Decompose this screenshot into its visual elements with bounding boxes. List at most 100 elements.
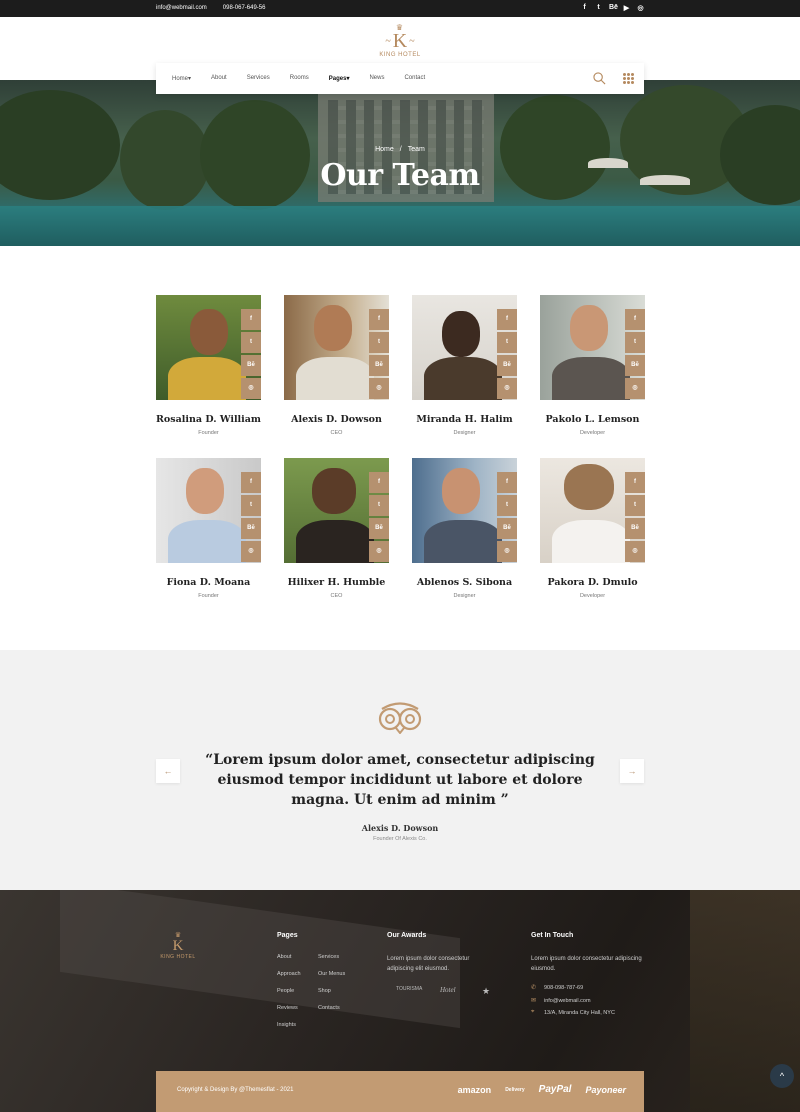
instagram-icon[interactable]: ◎: [241, 378, 261, 399]
instagram-icon[interactable]: ◎: [497, 378, 517, 399]
footer-link-reviews[interactable]: Reviews: [277, 1005, 301, 1022]
nav-item-services[interactable]: Services: [247, 75, 270, 82]
instagram-icon[interactable]: ◎: [625, 541, 645, 562]
top-phone[interactable]: 098-067-649-56: [223, 5, 266, 11]
team-card[interactable]: f t Bē ◎ Alexis D. Dowson CEO: [284, 295, 389, 436]
footer-address: 13/A, Miranda City Hall, NYC: [544, 1009, 615, 1016]
nav-item-pages[interactable]: Pages▾: [329, 75, 350, 82]
behance-icon[interactable]: Bē: [497, 355, 517, 376]
twitter-icon[interactable]: t: [497, 332, 517, 353]
team-card[interactable]: f t Bē ◎ Miranda H. Halim Designer: [412, 295, 517, 436]
nav-item-news[interactable]: News: [369, 75, 384, 82]
footer-link-services[interactable]: Services: [318, 954, 345, 971]
team-card[interactable]: f t Bē ◎ Fiona D. Moana Founder: [156, 458, 261, 599]
footer-address-row: ⌖ 13/A, Miranda City Hall, NYC: [531, 1009, 615, 1016]
grid-menu-icon[interactable]: [623, 73, 634, 84]
twitter-icon[interactable]: t: [241, 495, 261, 516]
testimonial-quote: “Lorem ipsum dolor amet, consectetur adi…: [205, 752, 595, 808]
breadcrumb-home[interactable]: Home: [375, 146, 394, 153]
facebook-icon[interactable]: f: [241, 472, 261, 493]
facebook-icon[interactable]: f: [625, 472, 645, 493]
behance-icon[interactable]: Bē: [241, 355, 261, 376]
nav-item-rooms[interactable]: Rooms: [290, 75, 309, 82]
instagram-icon[interactable]: ◎: [369, 378, 389, 399]
facebook-icon[interactable]: f: [369, 309, 389, 330]
footer-email[interactable]: info@webmail.com: [544, 998, 591, 1004]
nav-item-home[interactable]: Home▾: [172, 75, 191, 82]
footer-logo[interactable]: ♛ K KING HOTEL: [156, 932, 200, 961]
footer-pages-title: Pages: [277, 932, 298, 939]
footer-link-insights[interactable]: Insights: [277, 1022, 301, 1039]
facebook-icon[interactable]: f: [497, 472, 517, 493]
member-name[interactable]: Pakolo L. Lemson: [540, 414, 645, 425]
footer-link-people[interactable]: People: [277, 988, 301, 1005]
youtube-icon[interactable]: ▶: [623, 4, 630, 12]
footer-awards-title: Our Awards: [387, 932, 427, 939]
twitter-icon[interactable]: t: [497, 495, 517, 516]
footer-link-contacts[interactable]: Contacts: [318, 1005, 345, 1022]
member-name[interactable]: Hilixer H. Humble: [284, 577, 389, 588]
member-name[interactable]: Fiona D. Moana: [156, 577, 261, 588]
facebook-icon[interactable]: f: [241, 309, 261, 330]
member-name[interactable]: Alexis D. Dowson: [284, 414, 389, 425]
facebook-icon[interactable]: f: [625, 309, 645, 330]
instagram-icon[interactable]: ◎: [497, 541, 517, 562]
facebook-icon[interactable]: f: [369, 472, 389, 493]
behance-icon[interactable]: Bē: [497, 518, 517, 539]
logo-letter: K: [368, 31, 432, 51]
email-icon: ✉: [531, 998, 537, 1004]
twitter-icon[interactable]: t: [241, 332, 261, 353]
twitter-icon[interactable]: t: [625, 332, 645, 353]
behance-icon[interactable]: Bē: [625, 518, 645, 539]
member-name[interactable]: Rosalina D. William: [156, 414, 261, 425]
partner-logos: amazon Delivery PayPal Payoneer: [458, 1084, 626, 1095]
prev-testimonial-button[interactable]: ←: [156, 759, 180, 783]
top-email[interactable]: info@webmail.com: [156, 5, 207, 11]
next-testimonial-button[interactable]: →: [620, 759, 644, 783]
twitter-icon[interactable]: t: [625, 495, 645, 516]
footer-link-our-menus[interactable]: Our Menus: [318, 971, 345, 988]
top-socials: f t Bē ▶ ◎: [581, 4, 644, 12]
member-photo: f t Bē ◎: [156, 458, 261, 563]
scroll-to-top-button[interactable]: ^: [770, 1064, 794, 1088]
facebook-icon[interactable]: f: [581, 4, 588, 12]
team-card[interactable]: f t Bē ◎ Pakolo L. Lemson Developer: [540, 295, 645, 436]
member-photo: f t Bē ◎: [284, 458, 389, 563]
member-role: Designer: [453, 430, 476, 436]
twitter-icon[interactable]: t: [369, 332, 389, 353]
footer-link-shop[interactable]: Shop: [318, 988, 345, 1005]
nav-links: Home▾ About Services Rooms Pages▾ News C…: [172, 75, 445, 82]
behance-icon[interactable]: Bē: [369, 355, 389, 376]
search-icon[interactable]: [593, 72, 606, 85]
member-name[interactable]: Ablenos S. Sibona: [412, 577, 517, 588]
instagram-icon[interactable]: ◎: [637, 4, 644, 12]
twitter-icon[interactable]: t: [369, 495, 389, 516]
footer-email-row[interactable]: ✉ info@webmail.com: [531, 997, 591, 1005]
member-name[interactable]: Miranda H. Halim: [412, 414, 517, 425]
footer-phone-row[interactable]: ✆ 908-098-787-69: [531, 984, 583, 992]
nav-item-contact[interactable]: Contact: [404, 75, 425, 82]
instagram-icon[interactable]: ◎: [241, 541, 261, 562]
award-badge-tourisma: TOURISMA: [396, 986, 423, 992]
footer-pages-col2: Services Our Menus Shop Contacts: [318, 954, 345, 1022]
behance-icon[interactable]: Bē: [369, 518, 389, 539]
team-card[interactable]: f t Bē ◎ Rosalina D. William Founder: [156, 295, 261, 436]
footer-link-approach[interactable]: Approach: [277, 971, 301, 988]
behance-icon[interactable]: Bē: [625, 355, 645, 376]
phone-icon: ✆: [531, 985, 537, 991]
site-logo[interactable]: ♛ K KING HOTEL: [368, 24, 432, 59]
nav-item-about[interactable]: About: [211, 75, 227, 82]
instagram-icon[interactable]: ◎: [625, 378, 645, 399]
footer-phone[interactable]: 908-098-787-69: [544, 985, 583, 991]
member-socials: f t Bē ◎: [497, 472, 517, 562]
team-card[interactable]: f t Bē ◎ Hilixer H. Humble CEO: [284, 458, 389, 599]
behance-icon[interactable]: Bē: [609, 4, 618, 12]
behance-icon[interactable]: Bē: [241, 518, 261, 539]
team-card[interactable]: f t Bē ◎ Pakora D. Dmulo Developer: [540, 458, 645, 599]
twitter-icon[interactable]: t: [595, 4, 602, 12]
facebook-icon[interactable]: f: [497, 309, 517, 330]
member-name[interactable]: Pakora D. Dmulo: [540, 577, 645, 588]
team-card[interactable]: f t Bē ◎ Ablenos S. Sibona Designer: [412, 458, 517, 599]
instagram-icon[interactable]: ◎: [369, 541, 389, 562]
footer-link-about[interactable]: About: [277, 954, 301, 971]
